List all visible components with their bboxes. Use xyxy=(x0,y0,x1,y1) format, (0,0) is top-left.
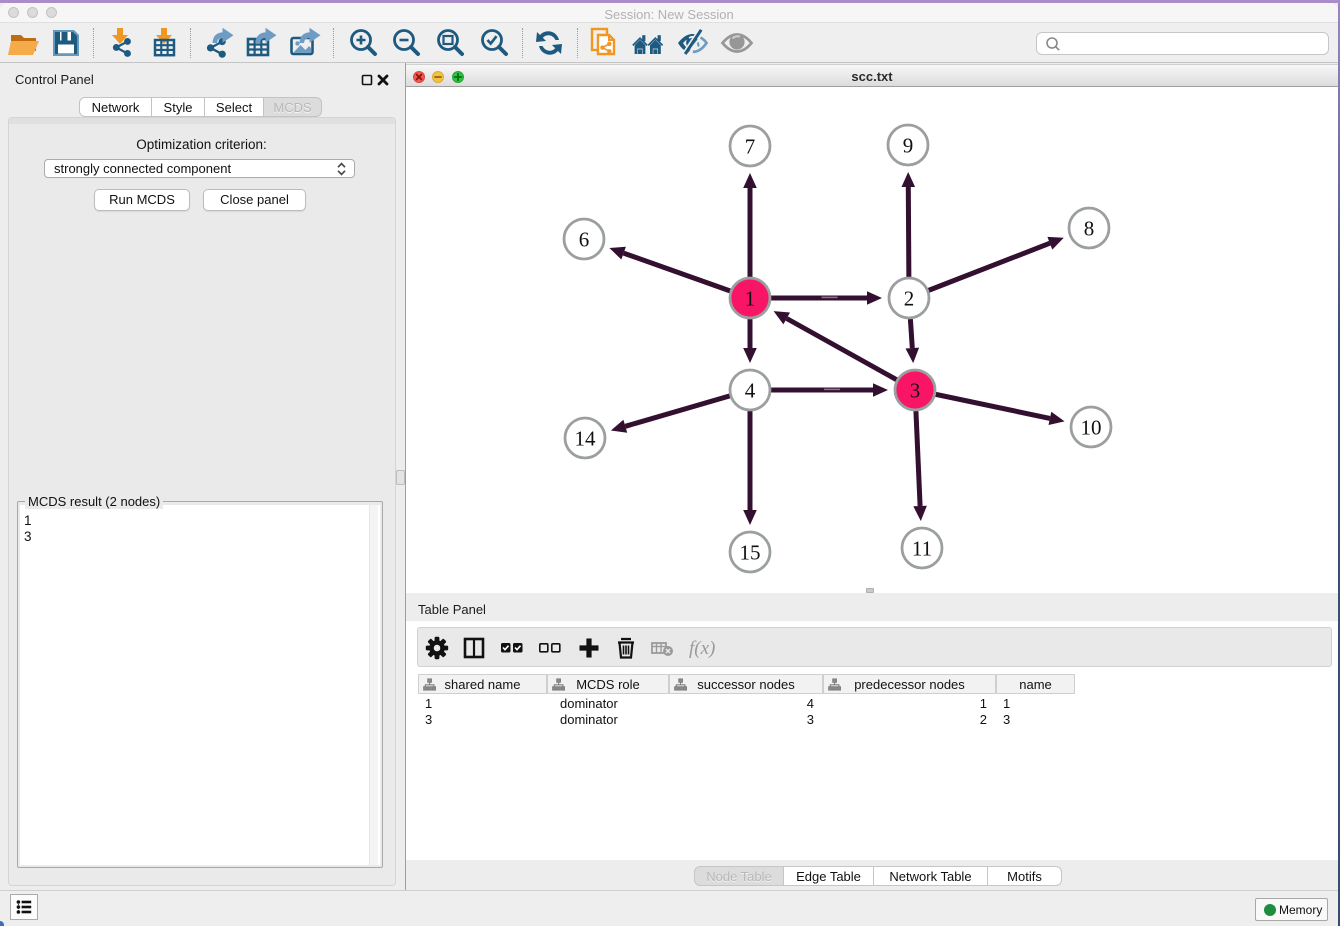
svg-text:10: 10 xyxy=(1081,416,1102,440)
svg-text:7: 7 xyxy=(745,135,756,159)
svg-text:9: 9 xyxy=(903,134,914,158)
svg-text:f(x): f(x) xyxy=(689,638,715,659)
svg-text:14: 14 xyxy=(575,427,597,451)
svg-text:11: 11 xyxy=(912,537,932,561)
svg-text:3: 3 xyxy=(910,379,921,403)
svg-text:6: 6 xyxy=(579,228,590,252)
svg-text:8: 8 xyxy=(1084,217,1095,241)
svg-text:4: 4 xyxy=(745,379,756,403)
svg-text:1: 1 xyxy=(745,287,756,311)
svg-text:15: 15 xyxy=(740,541,761,565)
svg-text:2: 2 xyxy=(904,287,915,311)
